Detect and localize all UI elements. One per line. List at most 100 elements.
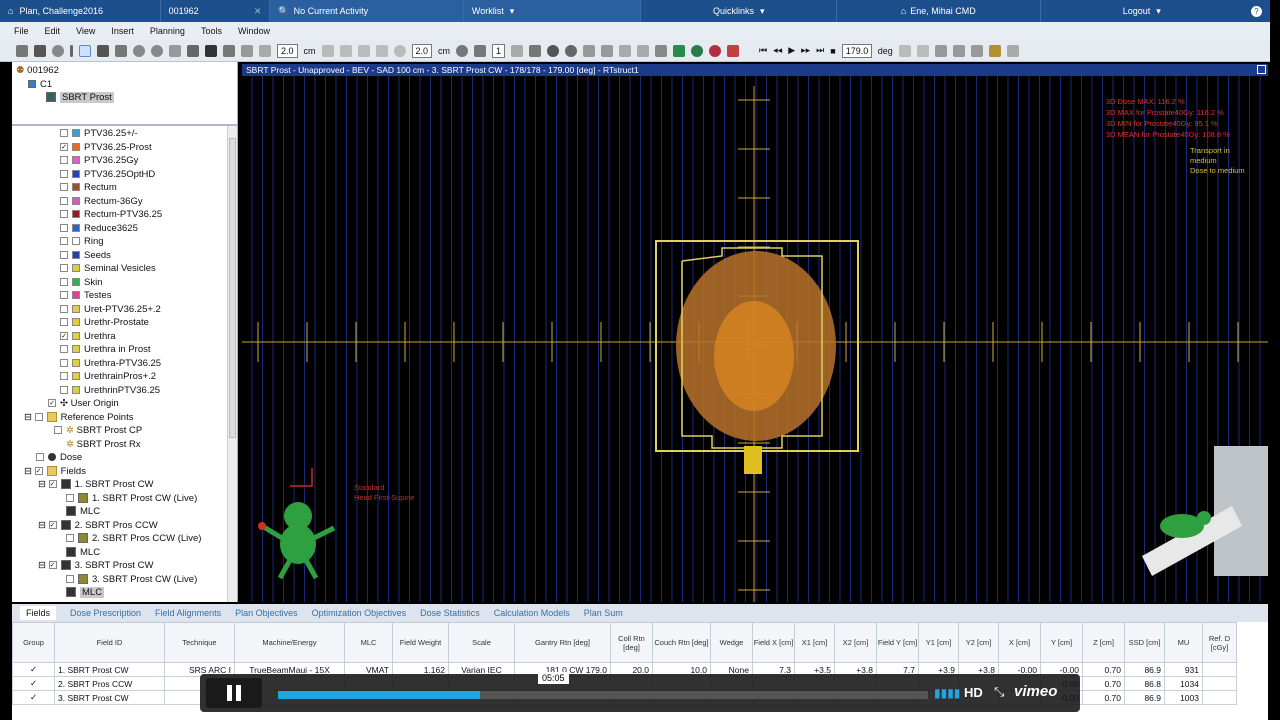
collapse-icon[interactable]: ⊟ bbox=[38, 520, 46, 531]
progress-track[interactable] bbox=[278, 691, 928, 699]
sphere-icon[interactable] bbox=[565, 44, 578, 57]
margin-input-2[interactable]: 2.0 bbox=[411, 43, 433, 58]
structure-row[interactable]: Reduce3625 bbox=[60, 222, 237, 236]
field-1-mlc[interactable]: MLC bbox=[18, 505, 237, 519]
ref-points-checkbox[interactable] bbox=[34, 412, 43, 421]
first-frame-icon[interactable]: ⏮ bbox=[759, 45, 767, 56]
structure-row[interactable]: Seeds bbox=[60, 249, 237, 263]
menu-view[interactable]: View bbox=[76, 26, 95, 36]
field-3-checkbox[interactable]: ✓ bbox=[48, 561, 57, 570]
structure-checkbox[interactable] bbox=[60, 169, 68, 178]
tab-dose-statistics[interactable]: Dose Statistics bbox=[420, 608, 480, 618]
monitor-icon[interactable] bbox=[952, 44, 965, 57]
structure-row[interactable]: ✓ Urethra bbox=[60, 330, 237, 344]
structure-checkbox[interactable] bbox=[60, 277, 68, 286]
logout-menu[interactable]: Logout ▾ bbox=[1039, 0, 1244, 22]
table-cell[interactable]: ✓ bbox=[12, 690, 55, 705]
field-3-live-checkbox[interactable] bbox=[66, 574, 74, 583]
structure-checkbox[interactable] bbox=[60, 196, 68, 205]
fields-node[interactable]: ⊟ ✓ Fields bbox=[18, 465, 237, 479]
column-header[interactable]: Couch Rtn [deg] bbox=[652, 622, 711, 663]
structure-row[interactable]: Ring bbox=[60, 235, 237, 249]
field-2-live-checkbox[interactable] bbox=[66, 534, 74, 543]
pen-icon[interactable] bbox=[321, 44, 334, 57]
bev-canvas[interactable]: 3D Dose MAX: 116.2 % 3D MAX for Prostate… bbox=[242, 76, 1268, 602]
arc-right-icon[interactable] bbox=[916, 44, 929, 57]
beam-icon[interactable] bbox=[583, 44, 596, 57]
structure-checkbox[interactable] bbox=[60, 237, 68, 246]
fullscreen-icon[interactable]: ⤡ bbox=[994, 684, 1004, 700]
zoom-out-icon[interactable] bbox=[151, 44, 163, 57]
column-header[interactable]: Ref. D [cGy] bbox=[1202, 622, 1237, 663]
structure-row[interactable]: PTV36.25+/- bbox=[60, 127, 237, 141]
grid-icon[interactable] bbox=[187, 44, 199, 57]
column-header[interactable]: Scale bbox=[448, 622, 515, 663]
print-icon[interactable] bbox=[970, 44, 983, 57]
field-3-live[interactable]: 3. SBRT Prost CW (Live) bbox=[18, 573, 237, 587]
structure-row[interactable]: Uret-PTV36.25+.2 bbox=[60, 303, 237, 317]
layout-icon[interactable] bbox=[934, 44, 947, 57]
maximize-icon[interactable] bbox=[1257, 65, 1266, 74]
field-1-live[interactable]: 1. SBRT Prost CW (Live) bbox=[18, 492, 237, 506]
column-header[interactable]: Z [cm] bbox=[1082, 622, 1125, 663]
lock-icon[interactable] bbox=[988, 44, 1001, 57]
column-header[interactable]: SSD [cm] bbox=[1124, 622, 1165, 663]
structure-row[interactable]: UrethrinPTV36.25 bbox=[60, 384, 237, 398]
zoom-in-icon[interactable] bbox=[133, 44, 145, 57]
measure-icon[interactable] bbox=[205, 44, 217, 57]
circle-icon[interactable] bbox=[393, 44, 406, 57]
field-2-mlc[interactable]: MLC bbox=[18, 546, 237, 560]
next-frame-icon[interactable]: ▸▸ bbox=[801, 45, 810, 56]
tab-optimization-objectives[interactable]: Optimization Objectives bbox=[312, 608, 407, 618]
tab-field-alignments[interactable]: Field Alignments bbox=[155, 608, 221, 618]
field-2-node[interactable]: ⊟ ✓ 2. SBRT Pros CCW bbox=[18, 519, 237, 533]
worklist-menu[interactable]: Worklist ▾ bbox=[462, 0, 641, 22]
pan-icon[interactable] bbox=[115, 44, 127, 57]
column-header[interactable]: X2 [cm] bbox=[834, 622, 877, 663]
rotate-icon[interactable] bbox=[456, 44, 469, 57]
fit-icon[interactable] bbox=[169, 44, 181, 57]
structure-row[interactable]: Seminal Vesicles bbox=[60, 262, 237, 276]
ref-point-rx[interactable]: ✲ SBRT Prost Rx bbox=[18, 438, 237, 452]
copy-icon[interactable] bbox=[637, 44, 650, 57]
close-icon[interactable]: ✕ bbox=[254, 6, 262, 17]
column-header[interactable]: Field ID bbox=[54, 622, 165, 663]
column-header[interactable]: Machine/Energy bbox=[234, 622, 345, 663]
structure-checkbox[interactable] bbox=[60, 358, 68, 367]
flip-icon[interactable] bbox=[474, 44, 487, 57]
structure-checkbox[interactable] bbox=[60, 183, 68, 192]
ruler-icon[interactable] bbox=[259, 44, 271, 57]
structure-row[interactable]: Rectum-PTV36.25 bbox=[60, 208, 237, 222]
step-input[interactable]: 1 bbox=[492, 43, 506, 58]
tab-plan-sum[interactable]: Plan Sum bbox=[584, 608, 623, 618]
help-icon[interactable]: ? bbox=[1243, 0, 1270, 22]
column-header[interactable]: Y1 [cm] bbox=[918, 622, 959, 663]
refresh-icon[interactable] bbox=[52, 44, 64, 57]
last-frame-icon[interactable]: ⏭ bbox=[816, 45, 824, 56]
course-node[interactable]: C1 bbox=[16, 78, 233, 92]
structure-checkbox[interactable] bbox=[60, 156, 68, 165]
dose-icon[interactable] bbox=[709, 44, 722, 57]
structure-row[interactable]: ✓ PTV36.25-Prost bbox=[60, 141, 237, 155]
field-1-live-checkbox[interactable] bbox=[66, 493, 74, 502]
user-menu[interactable]: ⌂ Ene, Mihai CMD bbox=[836, 0, 1040, 22]
tab-calculation-models[interactable]: Calculation Models bbox=[494, 608, 570, 618]
scroll-thumb[interactable] bbox=[229, 138, 236, 438]
collapse-icon[interactable]: ⊟ bbox=[24, 412, 32, 423]
cross-icon[interactable] bbox=[223, 44, 235, 57]
ref-cp-checkbox[interactable] bbox=[54, 426, 62, 435]
patient-id-tab[interactable]: 001962 ✕ bbox=[159, 0, 270, 22]
scissors-icon[interactable] bbox=[339, 44, 352, 57]
structure-checkbox[interactable] bbox=[60, 291, 68, 300]
globe-icon[interactable] bbox=[673, 44, 686, 57]
column-header[interactable]: MU bbox=[1164, 622, 1203, 663]
structure-checkbox[interactable]: ✓ bbox=[60, 331, 68, 340]
table-cell[interactable]: ✓ bbox=[12, 676, 55, 691]
wand-icon[interactable] bbox=[601, 44, 614, 57]
dose-node[interactable]: Dose bbox=[18, 451, 237, 465]
tab-dose-prescription[interactable]: Dose Prescription bbox=[70, 608, 141, 618]
table-cell[interactable]: ✓ bbox=[12, 662, 55, 677]
menu-insert[interactable]: Insert bbox=[111, 26, 134, 36]
quicklinks-menu[interactable]: Quicklinks ▾ bbox=[640, 0, 836, 22]
menu-window[interactable]: Window bbox=[238, 26, 270, 36]
